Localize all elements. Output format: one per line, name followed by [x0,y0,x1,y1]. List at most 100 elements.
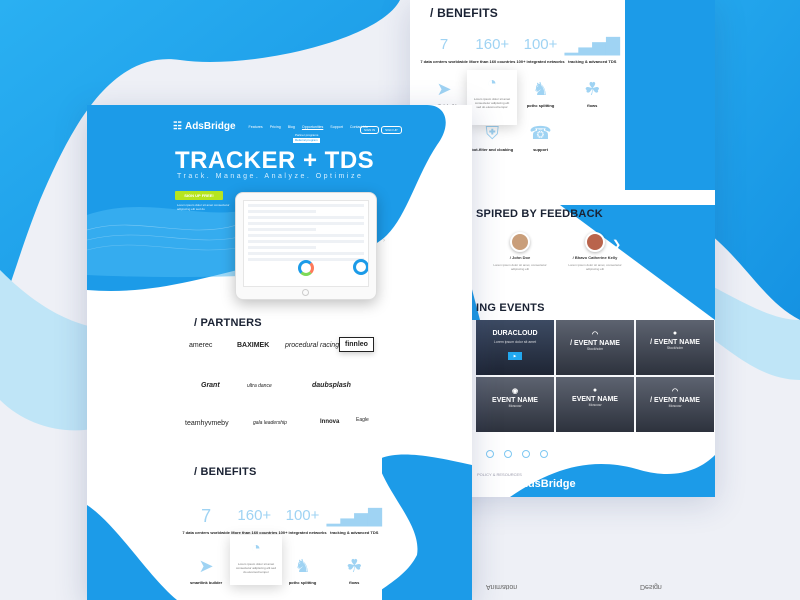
event-card[interactable]: ● EVENT NAME Moscow [556,377,634,432]
shield-icon: ⛨ [485,123,500,143]
paper-plane-icon: ➤ [436,79,452,99]
dropdown-item[interactable]: Referral program [293,138,321,143]
footer-logo[interactable]: AdsBridge [520,478,576,490]
dribbble-icon[interactable] [522,450,530,458]
partner-logo: teamhyvmeby [185,420,229,427]
benefit-number: 160+ [237,507,272,524]
event-name: / EVENT NAME [570,340,620,347]
benefit-label: flows [349,580,360,585]
feedback-title: SPIRED BY FEEDBACK [476,208,603,220]
hero-title: TRACKER + TDS [175,147,375,174]
hero-description: Lorem ipsum dolor sit amet consectetur a… [177,203,230,211]
event-name: / EVENT NAME [650,339,700,346]
horse-icon: ♞ [532,79,549,99]
benefit-item: ▁▃▅▇ tracking & advanced TDS [327,505,382,535]
event-logo-icon: ◉ [511,388,519,395]
avatar [585,232,605,252]
benefit-number: 100+ [285,507,320,524]
event-button[interactable]: ▶ [507,352,523,360]
benefit-item: 100+ 100+ integrated networks [278,505,326,535]
sign-up-button[interactable]: SIGN UP [381,126,402,134]
donut-chart-icon [353,259,368,275]
benefit-label: smartlink builder [189,580,223,585]
twitter-icon[interactable] [540,450,548,458]
event-name: EVENT NAME [492,397,538,404]
benefit-hover-card[interactable]: ◔ Lorem ipsum dolor sit amet consectetur… [467,70,517,125]
facebook-icon[interactable] [486,450,494,458]
benefit-label: support [533,147,548,152]
benefit-item: ☘ flows [327,555,382,585]
event-card[interactable]: ◠ / EVENT NAME Stockholm [556,320,634,375]
event-card[interactable]: DURACLOUD Lorem ipsum dolor sit amet ▶ [476,320,554,375]
event-card[interactable]: ◠ / EVENT NAME Moscow [636,377,714,432]
paper-plane-icon: ➤ [198,556,214,576]
tablet-mockup [235,192,377,300]
events-title: ING EVENTS [476,302,545,314]
signup-free-button[interactable]: SIGN UP FREE! [175,191,223,200]
benefit-number: 7 [201,506,212,526]
nav-item-support[interactable]: Support [330,125,343,129]
benefit-label: flows [587,103,598,108]
benefit-label: bot-filter and cloaking [471,147,514,152]
sign-in-button[interactable]: SIGN IN [360,126,380,134]
reflected-label: Design [640,583,662,590]
partner-logo: Eagle [356,417,369,423]
event-logo: DURACLOUD [492,330,538,337]
signal-bars-icon: ▁▃▅▇ [326,506,382,526]
front-page: ☷ AdsBridge Features Pricing Blog Opport… [87,105,472,600]
testimonial-quote: Lorem ipsum dolor sit amet, consectetur … [568,263,622,271]
nav-item-features[interactable]: Features [249,125,263,129]
event-card[interactable]: ● / EVENT NAME Stockholm [636,320,714,375]
instagram-icon[interactable] [504,450,512,458]
footer-links-label[interactable]: POLICY & RESOURCES [477,472,522,477]
wifi-icon: ◔ [251,540,261,557]
back-benefits-title: / BENEFITS [430,6,499,20]
chevron-right-icon[interactable]: ❯ [612,238,621,251]
nav-item-opportunities[interactable]: Opportunities [302,125,323,129]
benefit-item: ☎ support [516,122,564,157]
reflected-label: Animation [486,583,518,590]
benefit-number: 100+ [523,36,558,53]
benefit-item: 160+ More than 160 countries [230,505,278,535]
benefit-hover-card[interactable]: ◔ Lorem ipsum dolor sit amet consectetur… [230,535,282,585]
donut-chart-icon [298,260,314,276]
event-location: Moscow [508,404,522,408]
testimonial-card: / John Doe Lorem ipsum dolor sit amet, c… [490,232,550,271]
event-logo-icon: ◠ [591,331,599,338]
partner-logo: amerec [189,342,213,349]
event-card[interactable]: ◉ EVENT NAME Moscow [476,377,554,432]
benefit-label: More than 160 countries [469,59,516,64]
share-icon: ☘ [584,79,601,99]
event-logo-icon: ● [672,330,678,337]
horse-icon: ♞ [294,556,311,576]
partner-logo: Grant [201,382,220,389]
event-logo-icon: ● [592,387,598,394]
benefit-item: ♞ pothc splitting [278,555,326,585]
hero-subtitle: Track. Manage. Analyze. Optimize [177,173,364,180]
testimonial-quote: Lorem ipsum dolor sit amet, consectetur … [493,263,547,271]
partner-logo: daubsplash [312,382,351,389]
partner-logo: gala leadership [253,420,287,426]
benefit-label: tracking & advanced TDS [330,530,379,535]
testimonial-name: / Bhavo Catherine Kelly [572,255,618,260]
events-grid: DURACLOUD Lorem ipsum dolor sit amet ▶ ◠… [476,320,715,432]
partner-logo: Innova [320,419,340,425]
event-location: Moscow [668,404,682,408]
avatar [510,232,530,252]
auth-buttons: SIGN IN SIGN UP [360,126,402,134]
benefit-item: ➤smartlink builder [420,78,468,108]
event-name: / EVENT NAME [650,397,700,404]
benefit-label: 100+ integrated networks [278,530,327,535]
benefit-item: 7 7 data centers worldwide [420,34,468,64]
event-location: Moscow [588,403,602,407]
share-icon: ☘ [346,556,363,576]
bridge-logo-icon: ☷ [173,121,182,132]
benefit-item: 7 7 data centers worldwide [182,505,230,535]
nav-item-pricing[interactable]: Pricing [270,125,281,129]
benefit-label: tracking & advanced TDS [568,59,617,64]
home-button-icon [302,289,309,296]
chevron-right-icon[interactable]: › [383,238,385,244]
nav-item-blog[interactable]: Blog [288,125,295,129]
brand-logo[interactable]: ☷ AdsBridge [173,121,236,132]
nav-menu: Features Pricing Blog Opportunities Supp… [249,125,368,129]
